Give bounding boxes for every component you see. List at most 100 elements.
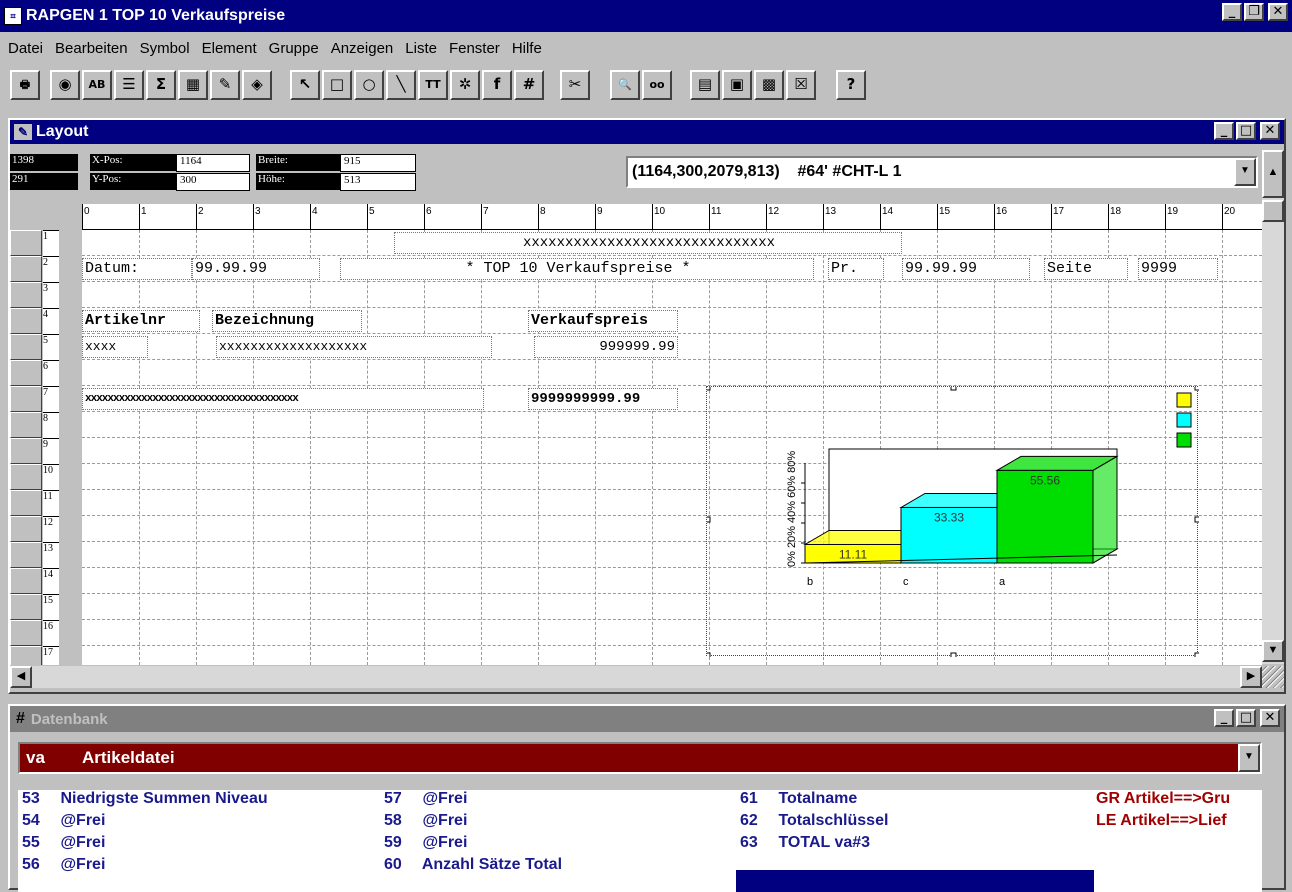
relation-item[interactable]: GR Artikel==>Gru <box>1096 790 1262 808</box>
relation-item[interactable]: LE Artikel==>Lief <box>1096 812 1262 830</box>
col-verkaufspreis[interactable]: Verkaufspreis <box>528 310 678 332</box>
field-list-item[interactable]: 56 @Frei <box>22 856 105 874</box>
row-handle[interactable] <box>10 516 42 542</box>
scroll-up-button[interactable]: ▲ <box>1262 150 1284 198</box>
vertical-scrollbar[interactable]: ▲ ▼ <box>1262 150 1284 664</box>
line-icon[interactable]: ╲ <box>386 70 416 100</box>
menu-anzeigen[interactable]: Anzeigen <box>325 40 400 62</box>
field-list-item[interactable]: 59 @Frei <box>384 834 467 852</box>
menu-hilfe[interactable]: Hilfe <box>506 40 548 62</box>
cut-icon[interactable]: ✂ <box>560 70 590 100</box>
minimize-icon[interactable]: _ <box>1222 3 1242 21</box>
close-icon[interactable]: ✕ <box>1268 3 1288 21</box>
row-handle[interactable] <box>10 282 42 308</box>
field-list-item[interactable]: 54 @Frei <box>22 812 105 830</box>
menu-element[interactable]: Element <box>196 40 263 62</box>
zoom-icon[interactable]: 🔍 <box>610 70 640 100</box>
close-icon[interactable]: ✕ <box>1260 122 1280 140</box>
field-list-item[interactable]: 57 @Frei <box>384 790 467 808</box>
image-icon[interactable]: ✲ <box>450 70 480 100</box>
element-selector[interactable]: (1164,300,2079,813) #64' #CHT-L 1 ▼ <box>626 156 1258 188</box>
link-icon[interactable]: oo <box>642 70 672 100</box>
scroll-left-button[interactable]: ◀ <box>10 666 32 688</box>
row-handle[interactable] <box>10 360 42 386</box>
layout-window-icon[interactable]: ✎ <box>14 124 32 140</box>
window-close-all-icon[interactable]: ▩ <box>754 70 784 100</box>
print-icon[interactable]: 🖶 <box>10 70 40 100</box>
database-titlebar[interactable]: # Datenbank _ □ ✕ <box>10 706 1284 732</box>
maximize-icon[interactable]: □ <box>1236 122 1256 140</box>
field-list-item[interactable]: 60 Anzahl Sätze Total <box>384 856 562 874</box>
menu-symbol[interactable]: Symbol <box>134 40 196 62</box>
row-bezeichnung[interactable]: xxxxxxxxxxxxxxxxxxx <box>216 336 492 358</box>
datum-field[interactable]: 99.99.99 <box>192 258 320 280</box>
minimize-icon[interactable]: _ <box>1214 122 1234 140</box>
menu-liste[interactable]: Liste <box>399 40 443 62</box>
sum-icon[interactable]: Σ <box>146 70 176 100</box>
xpos-field[interactable]: 1164 <box>176 154 250 172</box>
row-handle[interactable] <box>10 230 42 256</box>
col-artikelnr[interactable]: Artikelnr <box>82 310 200 332</box>
row-handle[interactable] <box>10 490 42 516</box>
row-handle[interactable] <box>10 542 42 568</box>
layout-titlebar[interactable]: ✎ Layout _ □ ✕ <box>10 120 1284 144</box>
restore-icon[interactable]: ❐ <box>1244 3 1264 21</box>
row-handle[interactable] <box>10 594 42 620</box>
row-handle[interactable] <box>10 386 42 412</box>
pr-label[interactable]: Pr. <box>828 258 884 280</box>
app-titlebar[interactable]: ⌗ RAPGEN 1 TOP 10 Verkaufspreise _ ❐ ✕ <box>0 0 1292 32</box>
menu-fenster[interactable]: Fenster <box>443 40 506 62</box>
field-list[interactable]: 53 Niedrigste Summen Niveau 54 @Frei 55 @F… <box>18 790 1262 892</box>
report-title[interactable]: * TOP 10 Verkaufspreise * <box>340 258 814 280</box>
menu-datei[interactable]: Datei <box>2 40 49 62</box>
file-selector[interactable]: va Artikeldatei ▼ <box>18 742 1262 774</box>
ypos-field[interactable]: 300 <box>176 173 250 191</box>
help-icon[interactable]: ? <box>836 70 866 100</box>
row-preis[interactable]: 999999.99 <box>534 336 678 358</box>
row-handle[interactable] <box>10 620 42 646</box>
field-list-item[interactable]: 63 TOTAL va#3 <box>740 834 870 852</box>
field-list-item[interactable]: 61 Totalname <box>740 790 857 808</box>
total-preis[interactable]: 9999999999.99 <box>528 388 678 410</box>
field-list-item[interactable]: 55 @Frei <box>22 834 105 852</box>
header-placeholder[interactable]: xxxxxxxxxxxxxxxxxxxxxxxxxxxxxx <box>394 232 902 254</box>
menu-gruppe[interactable]: Gruppe <box>263 40 325 62</box>
total-placeholder[interactable]: xxxxxxxxxxxxxxxxxxxxxxxxxxxxxxxxxxxxxx <box>82 388 484 410</box>
minimize-icon[interactable]: _ <box>1214 709 1234 727</box>
layout-canvas[interactable]: xxxxxxxxxxxxxxxxxxxxxxxxxxxxxx Datum: 99… <box>82 230 1262 665</box>
text-icon[interactable]: TT <box>418 70 448 100</box>
resize-grip-icon[interactable] <box>1262 666 1284 688</box>
field-list-item[interactable]: 58 @Frei <box>384 812 467 830</box>
row-handle[interactable] <box>10 464 42 490</box>
hoehe-field[interactable]: 513 <box>340 173 416 191</box>
scroll-down-button[interactable]: ▼ <box>1262 640 1284 662</box>
row-artikelnr[interactable]: xxxx <box>82 336 148 358</box>
scroll-right-button[interactable]: ▶ <box>1240 666 1262 688</box>
rapgen-icon[interactable]: ⌗ <box>4 7 22 25</box>
chevron-down-icon[interactable]: ▼ <box>1238 744 1260 772</box>
row-handle[interactable] <box>10 334 42 360</box>
datum-label[interactable]: Datum: <box>82 258 192 280</box>
window-cascade-icon[interactable]: ▣ <box>722 70 752 100</box>
row-handle[interactable] <box>10 308 42 334</box>
row-handle[interactable] <box>10 438 42 464</box>
field-list-item[interactable]: 62 Totalschlüssel <box>740 812 888 830</box>
row-handle[interactable] <box>10 412 42 438</box>
scroll-thumb[interactable] <box>1262 200 1284 222</box>
window-tile-icon[interactable]: ▤ <box>690 70 720 100</box>
hash-icon[interactable]: # <box>514 70 544 100</box>
row-handle[interactable] <box>10 256 42 282</box>
row-handle[interactable] <box>10 646 42 665</box>
breite-field[interactable]: 915 <box>340 154 416 172</box>
edit-icon[interactable]: ✎ <box>210 70 240 100</box>
maximize-icon[interactable]: □ <box>1236 709 1256 727</box>
field-list-item[interactable]: 64 #CHT-L 1 <box>740 856 848 874</box>
label-icon[interactable]: AB <box>82 70 112 100</box>
field-list-item[interactable]: 53 Niedrigste Summen Niveau <box>22 790 268 808</box>
rectangle-icon[interactable]: □ <box>322 70 352 100</box>
pr-field[interactable]: 99.99.99 <box>902 258 1030 280</box>
list-icon[interactable]: ☰ <box>114 70 144 100</box>
window-close-icon[interactable]: ☒ <box>786 70 816 100</box>
seite-label[interactable]: Seite <box>1044 258 1128 280</box>
function-icon[interactable]: f <box>482 70 512 100</box>
